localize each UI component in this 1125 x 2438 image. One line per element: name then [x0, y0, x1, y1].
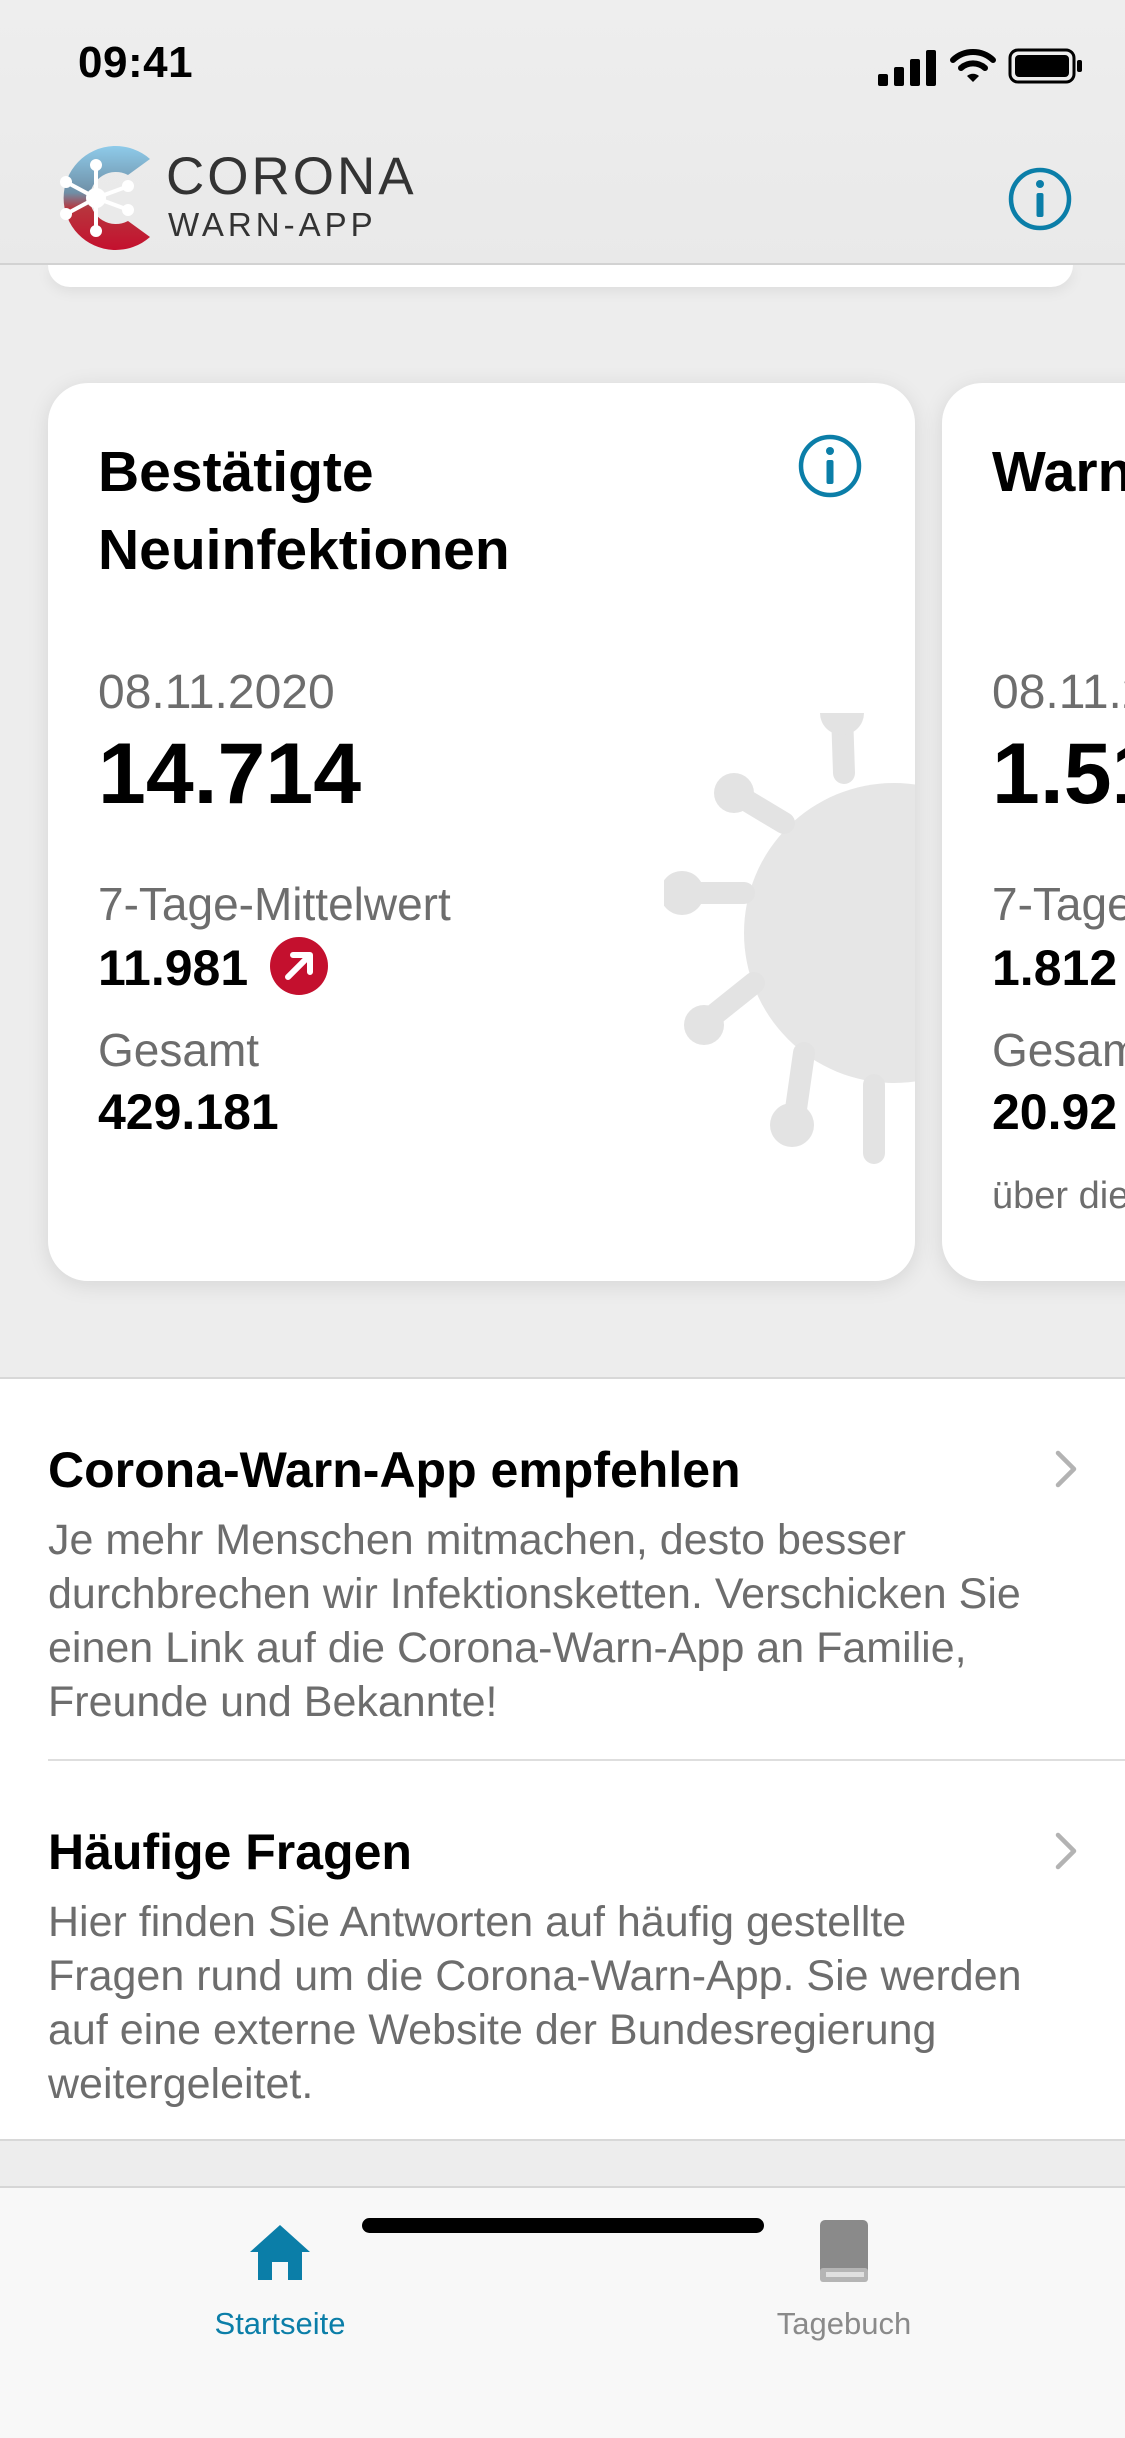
corona-warn-app-logo: [60, 146, 150, 250]
home-scroll-area[interactable]: Bestätigte Neuinfektionen 08.11.2020 14.…: [0, 265, 1125, 2385]
list-item-title: Corona-Warn-App empfehlen: [48, 1442, 741, 1498]
card2-average-label: 7-Tage: [992, 878, 1125, 930]
list-item-description: Je mehr Menschen mitmachen, desto besser…: [48, 1516, 1021, 1726]
list-item-faq[interactable]: Häufige Fragen Hier finden Sie Antworten…: [0, 1761, 1125, 2137]
home-indicator[interactable]: [362, 2218, 764, 2233]
home-icon: [250, 2225, 310, 2280]
card2-note: über die: [992, 1175, 1125, 1217]
card2-main-value: 1.51: [992, 726, 1125, 822]
stats-card-warnings[interactable]: Warn 08.11.2 1.51 7-Tage 1.812 Gesam 20.…: [942, 383, 1125, 1281]
card-average-value: 11.981: [98, 940, 249, 996]
card2-date: 08.11.2: [992, 666, 1125, 719]
status-time: 09:41: [78, 38, 194, 87]
card-total-label: Gesamt: [98, 1024, 260, 1076]
card-info-icon[interactable]: [797, 433, 863, 499]
battery-icon: [1008, 48, 1082, 84]
previous-card-edge: [48, 265, 1073, 287]
info-list: Corona-Warn-App empfehlen Je mehr Mensch…: [0, 1377, 1125, 2141]
card-average-label: 7-Tage-Mittelwert: [98, 878, 451, 930]
card-date: 08.11.2020: [98, 666, 335, 719]
info-icon[interactable]: [1007, 166, 1073, 232]
trend-up-icon: [270, 937, 328, 995]
logo-title: CORONA: [166, 147, 417, 206]
card-title-line1: Bestätigte: [98, 440, 374, 504]
list-item-recommend[interactable]: Corona-Warn-App empfehlen Je mehr Mensch…: [0, 1379, 1125, 1759]
card2-average-value: 1.812: [992, 940, 1118, 996]
chevron-right-icon: [1055, 1450, 1077, 1488]
tab-label: Tagebuch: [776, 2306, 912, 2341]
list-item-title: Häufige Fragen: [48, 1824, 412, 1880]
card-total-value: 429.181: [98, 1084, 279, 1140]
virus-illustration: [664, 713, 915, 1164]
card2-total-label: Gesam: [992, 1024, 1125, 1076]
wifi-icon: [950, 49, 996, 82]
card-title-line2: Neuinfektionen: [98, 518, 510, 582]
stats-card-infections[interactable]: Bestätigte Neuinfektionen 08.11.2020 14.…: [48, 383, 915, 1281]
card-main-value: 14.714: [98, 726, 362, 822]
chevron-right-icon: [1055, 1832, 1077, 1870]
list-item-description: Hier finden Sie Antworten auf häufig ges…: [48, 1898, 1022, 2108]
signal-icon: [878, 50, 936, 86]
book-icon: [820, 2220, 868, 2282]
card2-title: Warn: [992, 440, 1125, 504]
logo-subtitle: WARN-APP: [168, 206, 377, 243]
card2-total-value: 20.92: [992, 1084, 1118, 1140]
tab-label: Startseite: [214, 2306, 346, 2341]
